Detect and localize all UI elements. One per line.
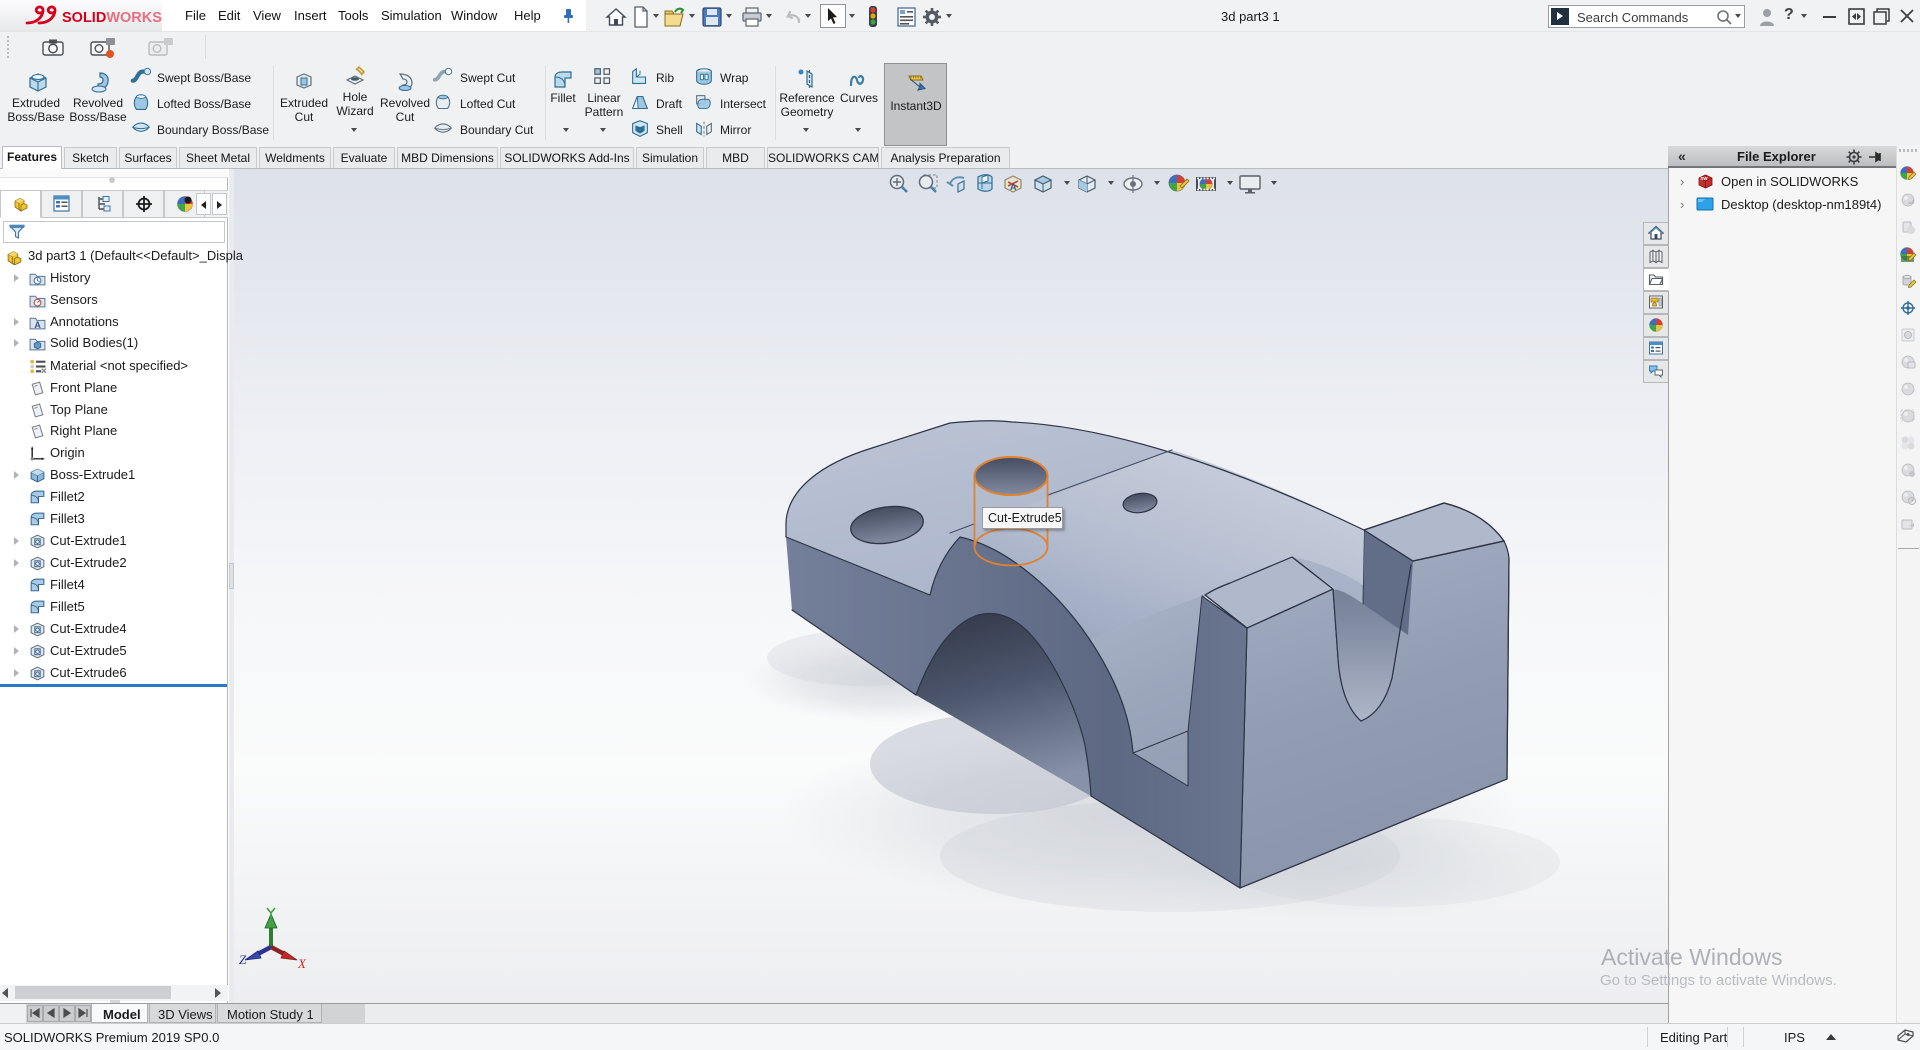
svg-text:X: X <box>297 956 307 971</box>
svg-text:A: A <box>1010 182 1017 192</box>
svg-text:SW: SW <box>1700 176 1708 181</box>
svg-text:Z: Z <box>239 952 247 967</box>
svg-text:SOLIDWORKS: SOLIDWORKS <box>62 10 162 26</box>
svg-text:A: A <box>34 320 41 330</box>
